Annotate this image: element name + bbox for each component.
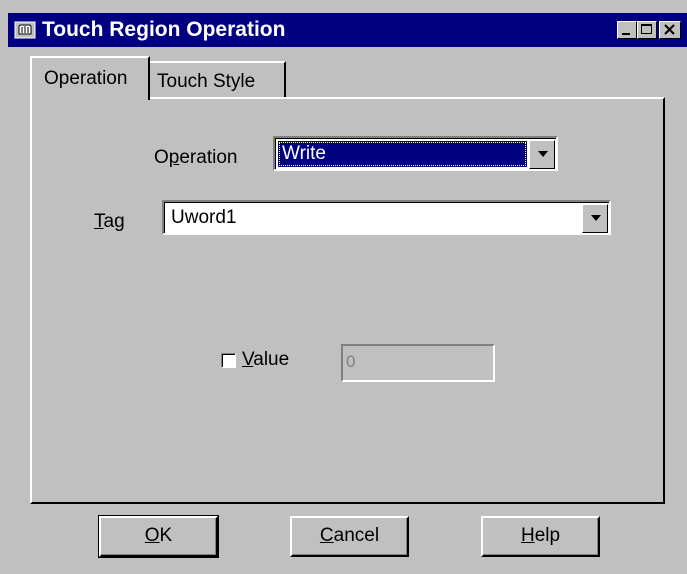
value-label: Value: [242, 349, 290, 370]
cancel-button[interactable]: Cancel: [290, 516, 409, 557]
maximize-icon: [641, 24, 652, 34]
tag-dropdown[interactable]: Uword1: [162, 200, 611, 235]
chevron-down-icon: [538, 151, 548, 157]
maximize-button[interactable]: [637, 21, 657, 39]
operation-panel: Operation Write Tag Uword1 Value 0: [30, 97, 665, 504]
value-input[interactable]: 0: [341, 344, 495, 382]
value-checkbox[interactable]: [221, 353, 236, 368]
dialog-window: Touch Region Operation Operation Touch S…: [0, 0, 687, 574]
tab-touch-style-label: Touch Style: [157, 71, 256, 92]
close-button[interactable]: [659, 21, 681, 39]
operation-dropdown-button[interactable]: [529, 140, 555, 169]
chevron-down-icon: [591, 215, 601, 221]
tag-label: Tag: [94, 211, 125, 232]
window-title: Touch Region Operation: [42, 18, 286, 41]
operation-label: Operation: [154, 147, 238, 168]
close-icon: [664, 24, 675, 35]
tag-value: Uword1: [171, 207, 237, 228]
title-bar[interactable]: Touch Region Operation: [8, 13, 687, 47]
tab-operation-label: Operation: [44, 68, 128, 89]
minimize-button[interactable]: [617, 21, 637, 39]
ok-button[interactable]: OK: [98, 515, 219, 558]
help-button[interactable]: Help: [481, 516, 600, 557]
touch-region-icon: [14, 20, 36, 40]
operation-value: Write: [282, 143, 326, 164]
tag-dropdown-button[interactable]: [582, 204, 608, 233]
tab-operation[interactable]: Operation: [30, 56, 150, 100]
minimize-icon: [622, 33, 630, 35]
tab-touch-style[interactable]: Touch Style: [150, 61, 286, 98]
operation-dropdown[interactable]: Write: [273, 136, 558, 171]
